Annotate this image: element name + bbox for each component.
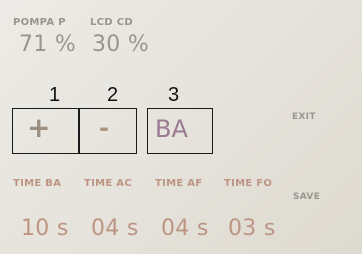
exit-button[interactable]: EXIT bbox=[292, 112, 316, 122]
button-2-number: 2 bbox=[107, 84, 119, 106]
minus-button-label: - bbox=[99, 114, 109, 142]
button-1-number: 1 bbox=[49, 84, 61, 106]
timer-value-ba[interactable]: 10 s bbox=[21, 216, 69, 241]
lcd-screen: POMPA P 71 % LCD CD 30 % 1 2 3 + - BA EX… bbox=[0, 0, 362, 254]
timer-value-af[interactable]: 04 s bbox=[161, 216, 209, 241]
timer-value-fo[interactable]: 03 s bbox=[228, 216, 276, 241]
timer-label-ac: TIME AC bbox=[84, 178, 132, 189]
button-3-number: 3 bbox=[168, 84, 180, 106]
minus-button[interactable]: - bbox=[79, 108, 137, 154]
lcd-value: 30 % bbox=[92, 32, 150, 57]
timer-label-af: TIME AF bbox=[155, 178, 203, 189]
pompa-label: POMPA P bbox=[13, 17, 66, 28]
lcd-label: LCD CD bbox=[90, 17, 133, 28]
save-button[interactable]: SAVE bbox=[293, 192, 320, 202]
pompa-value: 71 % bbox=[19, 32, 77, 57]
plus-button-label: + bbox=[27, 111, 51, 144]
plus-button[interactable]: + bbox=[12, 108, 79, 154]
timer-value-ac[interactable]: 04 s bbox=[91, 216, 139, 241]
timer-label-fo: TIME FO bbox=[224, 178, 273, 189]
mode-button[interactable]: BA bbox=[147, 108, 213, 154]
mode-button-label: BA bbox=[155, 115, 188, 143]
timer-label-ba: TIME BA bbox=[13, 178, 62, 189]
